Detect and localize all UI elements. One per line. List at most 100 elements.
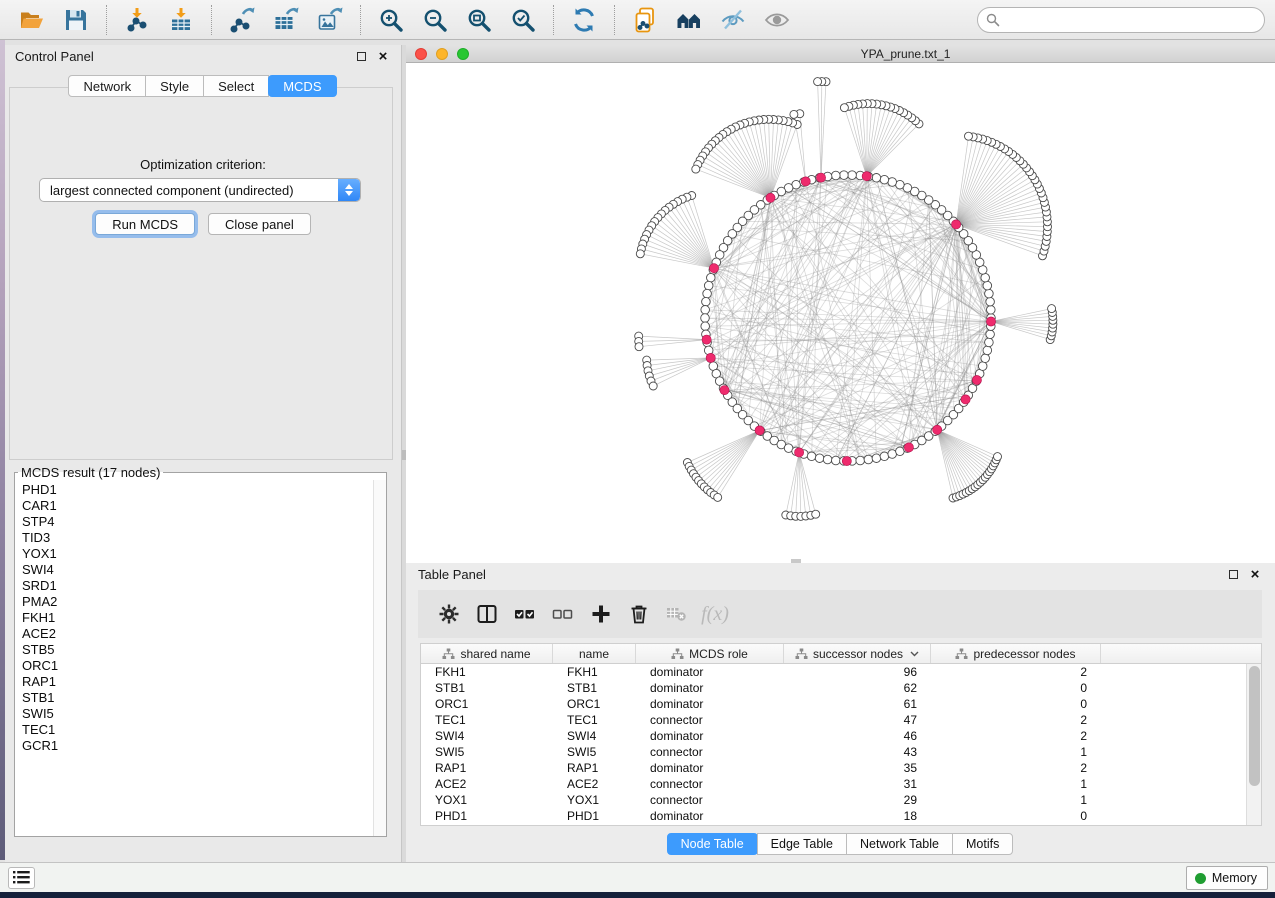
horizontal-splitter-handle[interactable]	[791, 559, 801, 563]
table-row[interactable]: TEC1TEC1connector472	[421, 712, 1261, 728]
mcds-result-item[interactable]: FKH1	[22, 610, 386, 626]
network-canvas[interactable]	[406, 63, 1275, 563]
table-row[interactable]: SWI5SWI5connector431	[421, 744, 1261, 760]
zoom-fit-button[interactable]	[466, 7, 492, 33]
table-row[interactable]: STB1STB1dominator620	[421, 680, 1261, 696]
export-image-button[interactable]	[317, 7, 343, 33]
export-table-button[interactable]	[273, 7, 299, 33]
tab-motifs[interactable]: Motifs	[952, 833, 1013, 855]
close-mcds-panel-button[interactable]: Close panel	[208, 213, 311, 235]
tab-network-table[interactable]: Network Table	[846, 833, 953, 855]
zoom-selected-button[interactable]	[510, 7, 536, 33]
first-neighbors-button[interactable]	[676, 7, 702, 33]
cell-name: YOX1	[553, 793, 636, 807]
zoom-out-button[interactable]	[422, 7, 448, 33]
tab-node-table[interactable]: Node Table	[667, 833, 758, 855]
table-row[interactable]: ACE2ACE2connector311	[421, 776, 1261, 792]
table-row[interactable]: ORC1ORC1dominator610	[421, 696, 1261, 712]
memory-status-icon	[1195, 873, 1206, 884]
mcds-result-item[interactable]: STB5	[22, 642, 386, 658]
run-mcds-button[interactable]: Run MCDS	[95, 213, 195, 235]
hide-selected-button[interactable]	[720, 7, 746, 33]
close-panel-button[interactable]: ×	[375, 49, 391, 65]
tab-edge-table[interactable]: Edge Table	[757, 833, 847, 855]
mcds-result-item[interactable]: PMA2	[22, 594, 386, 610]
optimization-criterion-select[interactable]: largest connected component (undirected)	[39, 178, 361, 202]
mcds-result-item[interactable]: SWI5	[22, 706, 386, 722]
column-header-filler	[1101, 644, 1261, 663]
memory-label: Memory	[1212, 871, 1257, 885]
table-close-panel-button[interactable]: ×	[1247, 567, 1263, 583]
hide-selected-icon	[720, 7, 746, 33]
import-table-icon	[168, 7, 194, 33]
list-icon	[13, 871, 30, 884]
mcds-result-item[interactable]: TEC1	[22, 722, 386, 738]
table-scrollbar-thumb[interactable]	[1249, 666, 1260, 786]
mcds-result-item[interactable]: YOX1	[22, 546, 386, 562]
tab-style[interactable]: Style	[145, 75, 204, 97]
table-row[interactable]: FKH1FKH1dominator962	[421, 664, 1261, 680]
network-window-titlebar[interactable]: YPA_prune.txt_1	[406, 45, 1275, 63]
table-scrollbar[interactable]	[1246, 664, 1261, 825]
table-row[interactable]: PHD1PHD1dominator180	[421, 808, 1261, 824]
vertical-splitter-handle[interactable]	[402, 450, 406, 460]
cell-shared-name: RAP1	[421, 761, 553, 775]
table-float-panel-button[interactable]	[1225, 567, 1241, 583]
mcds-tab-panel	[9, 87, 393, 460]
new-network-from-selection-button[interactable]	[632, 7, 658, 33]
memory-button[interactable]: Memory	[1186, 866, 1268, 890]
task-history-button[interactable]	[8, 867, 35, 889]
toolbar-separator	[211, 5, 212, 35]
settings-gear-button[interactable]	[437, 602, 461, 626]
deselect-all-button[interactable]	[551, 602, 575, 626]
mcds-result-item[interactable]: GCR1	[22, 738, 386, 754]
column-header-mcds-role[interactable]: MCDS role	[636, 644, 784, 663]
zoom-in-button[interactable]	[378, 7, 404, 33]
cell-predecessor-nodes: 1	[931, 777, 1101, 791]
mcds-result-item[interactable]: ORC1	[22, 658, 386, 674]
mcds-result-item[interactable]: SWI4	[22, 562, 386, 578]
table-row[interactable]: RAP1RAP1dominator352	[421, 760, 1261, 776]
column-header-shared-name[interactable]: shared name	[421, 644, 553, 663]
mcds-result-item[interactable]: STP4	[22, 514, 386, 530]
tab-network[interactable]: Network	[68, 75, 146, 97]
mcds-result-item[interactable]: STB1	[22, 690, 386, 706]
cell-name: SWI4	[553, 729, 636, 743]
mcds-result-item[interactable]: CAR1	[22, 498, 386, 514]
tab-mcds[interactable]: MCDS	[268, 75, 336, 97]
cell-successor-nodes: 96	[784, 665, 931, 679]
mcds-result-item[interactable]: TID3	[22, 530, 386, 546]
open-session-button[interactable]	[19, 7, 45, 33]
show-columns-button[interactable]	[475, 602, 499, 626]
column-header-successor-nodes[interactable]: successor nodes	[784, 644, 931, 663]
mcds-result-item[interactable]: ACE2	[22, 626, 386, 642]
tab-select[interactable]: Select	[203, 75, 269, 97]
cell-predecessor-nodes: 0	[931, 681, 1101, 695]
delete-column-button[interactable]	[627, 602, 651, 626]
import-table-button[interactable]	[168, 7, 194, 33]
select-all-button[interactable]	[513, 602, 537, 626]
mcds-result-item[interactable]: PHD1	[22, 482, 386, 498]
save-session-button[interactable]	[63, 7, 89, 33]
table-row[interactable]: YOX1YOX1connector291	[421, 792, 1261, 808]
maximize-window-button[interactable]	[457, 48, 469, 60]
network-graph[interactable]	[406, 63, 1275, 563]
export-network-button[interactable]	[229, 7, 255, 33]
refresh-network-button[interactable]	[571, 7, 597, 33]
mcds-result-item[interactable]: SRD1	[22, 578, 386, 594]
float-icon	[357, 52, 366, 61]
table-toolbar: f(x)	[418, 590, 1262, 638]
float-panel-button[interactable]	[353, 49, 369, 65]
table-row[interactable]: SWI4SWI4dominator462	[421, 728, 1261, 744]
import-network-button[interactable]	[124, 7, 150, 33]
close-window-button[interactable]	[415, 48, 427, 60]
add-column-button[interactable]	[589, 602, 613, 626]
mcds-result-scrollbar[interactable]	[373, 480, 386, 836]
mcds-result-item[interactable]: RAP1	[22, 674, 386, 690]
column-header-name[interactable]: name	[553, 644, 636, 663]
column-header-predecessor-nodes[interactable]: predecessor nodes	[931, 644, 1101, 663]
search-input[interactable]	[977, 7, 1265, 33]
column-header-label: predecessor nodes	[973, 647, 1075, 661]
minimize-window-button[interactable]	[436, 48, 448, 60]
export-table-icon	[273, 7, 299, 33]
